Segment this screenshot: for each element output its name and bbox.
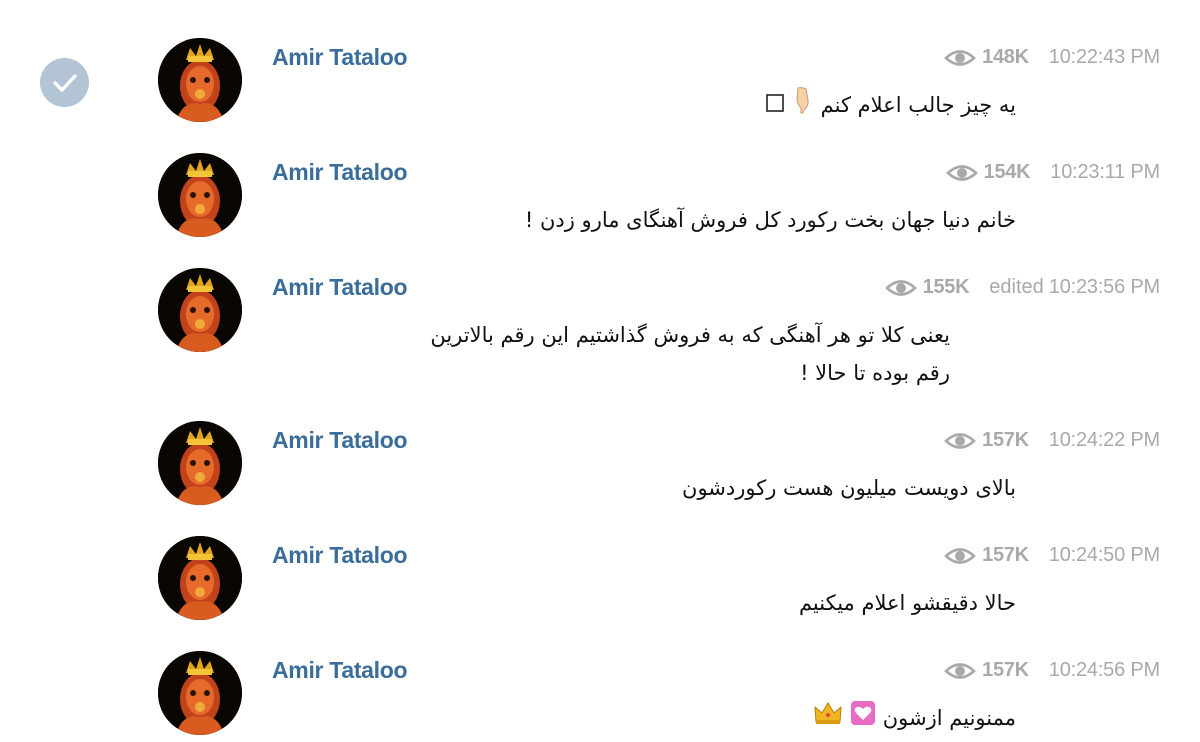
author-name[interactable]: Amir Tataloo (272, 274, 408, 301)
message-item[interactable]: Amir Tataloo 157K 10:24:22 PM بالای دویس… (0, 383, 1200, 505)
eye-icon (944, 662, 977, 679)
author-name[interactable]: Amir Tataloo (272, 542, 408, 569)
view-count: 154K (983, 161, 1031, 183)
message-item[interactable]: Amir Tataloo 157K 10:24:50 PM حالا دقیقش… (0, 498, 1200, 620)
message-meta: 157K 10:24:56 PM (944, 659, 1160, 682)
eye-icon (884, 279, 917, 296)
message-item[interactable]: Amir Tataloo 154K 10:23:11 PM خانم دنیا … (0, 115, 1200, 237)
view-count: 157K (982, 659, 1029, 681)
crown-icon (813, 700, 843, 738)
eye-icon (944, 547, 977, 564)
author-name[interactable]: Amir Tataloo (272, 427, 408, 454)
avatar[interactable] (158, 421, 242, 505)
avatar[interactable] (158, 153, 242, 237)
message-text-content: حالا دقیقشو اعلام میکنیم (798, 591, 1016, 615)
avatar[interactable] (158, 651, 242, 735)
author-name[interactable]: Amir Tataloo (272, 44, 408, 71)
timestamp: 10:24:22 PM (1048, 429, 1160, 451)
message-text-content: یه چیز جالب اعلام کنم (820, 93, 1016, 117)
message-meta: 148K 10:22:43 PM (944, 46, 1160, 69)
chat-history: Amir Tataloo 148K 10:22:43 PM یه چیز جال… (0, 0, 1200, 742)
eye-icon (944, 49, 977, 66)
message-text-line: یعنی کلا تو هر آهنگی که به فروش گذاشتیم … (430, 323, 950, 347)
view-count: 148K (982, 46, 1029, 68)
heart-box-icon (850, 700, 876, 738)
eye-icon (945, 164, 978, 181)
edited-label: edited (989, 276, 1044, 298)
timestamp: 10:24:50 PM (1048, 544, 1160, 566)
message-meta: 157K 10:24:22 PM (944, 429, 1160, 452)
avatar[interactable] (158, 38, 242, 122)
message-text: ممنونیم ازشون (316, 699, 1016, 738)
view-count: 157K (982, 429, 1029, 451)
avatar[interactable] (158, 268, 242, 352)
message-text: یعنی کلا تو هر آهنگی که به فروش گذاشتیم … (290, 316, 950, 392)
author-name[interactable]: Amir Tataloo (272, 657, 408, 684)
timestamp: 10:22:43 PM (1048, 46, 1160, 68)
timestamp: 10:23:56 PM (1048, 276, 1160, 298)
eye-icon (944, 432, 977, 449)
message-item[interactable]: Amir Tataloo 157K 10:24:56 PM ممنونیم از… (0, 613, 1200, 735)
message-text-content: ممنونیم ازشون (882, 706, 1016, 730)
message-item[interactable]: Amir Tataloo 148K 10:22:43 PM یه چیز جال… (0, 0, 1200, 122)
author-name[interactable]: Amir Tataloo (272, 159, 408, 186)
message-item[interactable]: Amir Tataloo 155K edited 10:23:56 PM یعن… (0, 230, 1200, 385)
view-count: 155K (922, 276, 970, 298)
message-text-content: خانم دنیا جهان بخت رکورد کل فروش آهنگای … (524, 208, 1016, 232)
timestamp: 10:23:11 PM (1050, 161, 1160, 183)
message-meta: 157K 10:24:50 PM (944, 544, 1160, 567)
message-meta: 155K edited 10:23:56 PM (884, 276, 1160, 299)
message-meta: 154K 10:23:11 PM (945, 161, 1160, 184)
message-text-content: بالای دویست میلیون هست رکوردشون (682, 476, 1016, 500)
avatar[interactable] (158, 536, 242, 620)
view-count: 157K (982, 544, 1029, 566)
timestamp: 10:24:56 PM (1048, 659, 1160, 681)
